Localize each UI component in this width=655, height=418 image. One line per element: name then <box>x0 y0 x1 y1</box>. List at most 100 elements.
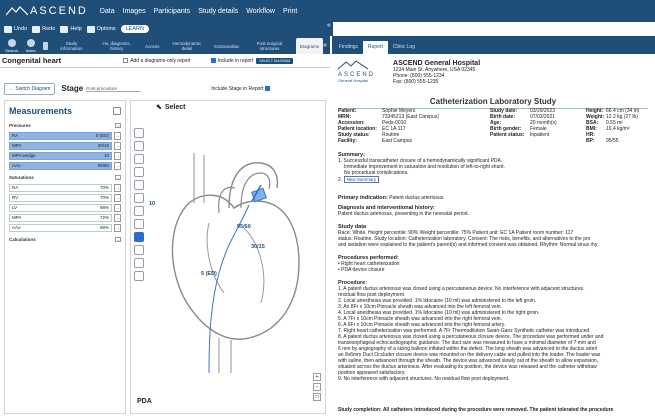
copy-tool-icon[interactable] <box>134 258 144 268</box>
tab-diagnosis-history[interactable]: Hx, diagnosis, history <box>92 38 141 54</box>
saturation-field[interactable]: LV 98% <box>9 203 112 212</box>
select-diagram-button[interactable]: SELECT DIAGRAM <box>256 57 294 64</box>
tab-extracardiac[interactable]: Extracardiac <box>210 38 243 54</box>
pressure-field[interactable]: AAo 95/60 <box>9 161 112 170</box>
delete-tool-icon[interactable] <box>134 271 144 281</box>
hospital-name: ASCEND General Hospital <box>393 60 481 67</box>
new-summary-button[interactable]: New Summary <box>343 176 380 183</box>
saturation-field[interactable]: MPA 72% <box>9 213 112 222</box>
select-tool-label[interactable]: ⬉ Select <box>156 103 186 112</box>
arrow-icon[interactable]: → <box>114 161 121 170</box>
tab-hemodynamic-detail[interactable]: Hemodynamic detail <box>163 38 210 54</box>
label-mpa-pressure[interactable]: 30/15 <box>251 244 265 250</box>
arrow-icon[interactable]: → <box>114 223 121 232</box>
zoom-out-icon[interactable]: − <box>313 383 321 391</box>
label-wedge-pressure[interactable]: 10 <box>149 201 155 207</box>
menu-participants[interactable]: Participants <box>154 8 191 15</box>
arrow-icon[interactable]: → <box>114 213 121 222</box>
pen-tool-icon[interactable] <box>134 167 144 177</box>
tab-access[interactable]: Access <box>141 38 164 54</box>
redo-button[interactable]: Redo <box>32 25 55 33</box>
menu-workflow[interactable]: Workflow <box>246 8 275 15</box>
options-button[interactable]: Options <box>86 25 116 33</box>
menu-tab[interactable] <box>41 38 49 54</box>
zoom-controls: + − □ <box>313 373 321 401</box>
pressure-field[interactable]: MPA wedge 10 <box>9 151 112 160</box>
zoom-in-icon[interactable]: + <box>313 373 321 381</box>
help-button[interactable]: Help <box>60 25 82 33</box>
cursor-icon: ⬉ <box>156 104 162 111</box>
collapse-tabs-icon[interactable]: « <box>323 42 327 49</box>
arrow-icon[interactable]: → <box>114 131 121 140</box>
line-tool-icon[interactable] <box>134 180 144 190</box>
pointer-tool-icon[interactable] <box>134 232 144 242</box>
menu-print[interactable]: Print <box>283 8 297 15</box>
arrow-icon[interactable]: → <box>114 203 121 212</box>
circle-tool-icon[interactable] <box>134 141 144 151</box>
saturation-field[interactable]: AAo 98% <box>9 223 112 232</box>
tab-diagrams[interactable]: Diagrams <box>295 38 324 54</box>
ascend-logo: ASCEND <box>6 5 88 17</box>
saturation-field[interactable]: RV 70% <box>9 193 112 202</box>
add-icon[interactable]: → <box>115 237 121 242</box>
checkbox-checked-icon <box>265 86 271 91</box>
label-ra-pressure[interactable]: 5 (ED) <box>201 271 217 277</box>
pressure-field[interactable]: RA 5 (ED) <box>9 131 112 140</box>
fill-tool-icon[interactable] <box>134 154 144 164</box>
undo-button[interactable]: Undo <box>4 25 27 33</box>
arrow-icon[interactable]: → <box>114 193 121 202</box>
fit-icon[interactable]: □ <box>313 393 321 401</box>
tab-post-surgical[interactable]: Post surgical structures <box>243 38 296 54</box>
mountain-icon <box>337 60 369 70</box>
checkbox-icon <box>123 58 129 63</box>
search-tab[interactable]: Search <box>3 38 20 54</box>
saturation-field[interactable]: RA 70% <box>9 183 112 192</box>
collapse-panel-button[interactable]: « <box>327 22 333 36</box>
clipboard-icon[interactable] <box>113 107 121 115</box>
arrow-icon[interactable]: → <box>114 183 121 192</box>
learn-button[interactable]: LEARN <box>120 25 149 33</box>
hospital-header: ASCEND General Hospital ASCEND General H… <box>337 60 481 85</box>
study-info: Study date: 03/29/2023 Birth date: 07/03/2… <box>490 108 557 138</box>
switch-diagram-button[interactable]: ← Switch Diagram <box>4 82 56 95</box>
diagrams-only-checkbox[interactable]: Add a diagrams-only report <box>123 58 191 64</box>
report-tabs: Findings Report Clinic Log <box>332 36 655 54</box>
tab-report[interactable]: Report <box>362 41 388 54</box>
menu-data[interactable]: Data <box>100 8 115 15</box>
stage-select[interactable]: Post-procedure <box>86 86 142 92</box>
label-aorta-pressure[interactable]: 95/60 <box>237 224 251 230</box>
eraser-tool-icon[interactable] <box>134 206 144 216</box>
add-icon[interactable]: → <box>115 123 121 128</box>
pressure-row: RA 5 (ED) → <box>9 131 121 140</box>
report-panel: ASCEND General Hospital ASCEND General H… <box>332 54 655 418</box>
rectangle-tool-icon[interactable] <box>134 128 144 138</box>
redo-icon <box>32 25 41 33</box>
include-in-report-checkbox[interactable]: Include in report <box>210 58 253 64</box>
saturation-row: RV 70% → <box>9 193 121 202</box>
menu-images[interactable]: Images <box>123 8 146 15</box>
tab-study-information[interactable]: Study information <box>51 38 92 54</box>
study-completion: Study completion: All catheters introduc… <box>338 407 614 413</box>
index-tab[interactable]: Index <box>22 38 39 54</box>
saturation-row: RA 70% → <box>9 183 121 192</box>
heart-diagram[interactable]: 95/60 30/15 5 (ED) 10 <box>149 133 325 383</box>
stage-label: Stage <box>61 84 84 93</box>
pressure-field[interactable]: MPA 30/15 <box>9 141 112 150</box>
arrow-icon[interactable]: → <box>114 141 121 150</box>
arrow-icon[interactable]: → <box>114 151 121 160</box>
menu-study-details[interactable]: Study details <box>198 8 238 15</box>
hospital-logo: ASCEND General Hospital <box>337 60 375 85</box>
hospital-fax: Fax: (800) 555-1235 <box>393 79 439 85</box>
tab-clinic-log[interactable]: Clinic Log <box>388 41 420 54</box>
measurements-title: Measurements <box>9 106 73 116</box>
app-header: ASCEND Data Images Participants Study de… <box>0 0 655 22</box>
text-tool-icon[interactable] <box>134 219 144 229</box>
procedure-section: Procedure: 1. A patent ductus arteriosus… <box>338 280 604 382</box>
arrow-tool-icon[interactable] <box>134 193 144 203</box>
diagram-title: Congenital heart <box>2 56 62 65</box>
tab-findings[interactable]: Findings <box>334 41 363 54</box>
include-stage-checkbox[interactable]: Include Stage in Report <box>211 86 271 92</box>
main-menu: Data Images Participants Study details W… <box>100 8 298 15</box>
move-tool-icon[interactable] <box>134 245 144 255</box>
add-icon[interactable]: → <box>115 175 121 180</box>
